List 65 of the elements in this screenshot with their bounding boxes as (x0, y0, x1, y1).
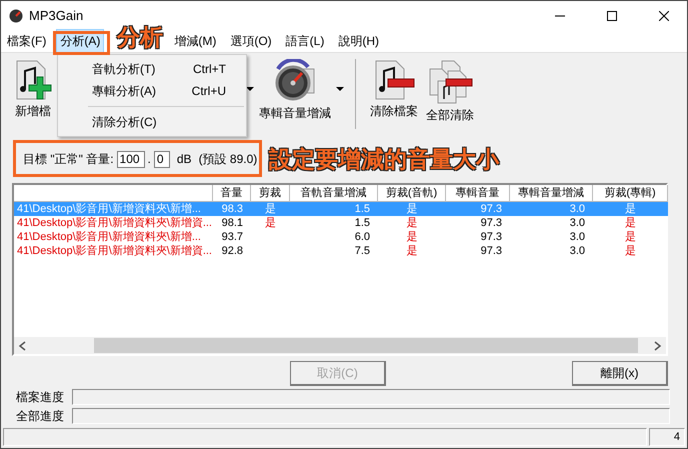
toolbar-button[interactable]: 清除檔案 (366, 59, 422, 120)
album-gain-cell-text: 3.0 (568, 216, 586, 230)
file-path-cell-text: 41\Desktop\影音用\新增資料夾\新增資... (16, 244, 213, 258)
column-header[interactable]: 剪裁(音軌) (378, 185, 446, 202)
horizontal-scrollbar[interactable] (14, 337, 666, 354)
toolbar-button[interactable]: 全部清除 (422, 59, 478, 124)
unit-label: dB (176, 152, 192, 166)
decimal-point: . (148, 152, 151, 166)
dropdown-item[interactable]: 專輯分析(A) Ctrl+U (58, 80, 246, 102)
highlight-frame (53, 31, 110, 55)
target-volume-label: 目標 "正常" 音量: (23, 150, 114, 168)
menu-item[interactable]: 選項(O) (226, 28, 276, 54)
album-volume-cell-text: 97.3 (480, 216, 503, 230)
clip-cell-text: 是 (264, 216, 277, 230)
annotation-label: 設定要增減的音量大小 (269, 145, 499, 174)
album-gain-cell-text: 3.0 (568, 230, 586, 244)
album-volume-cell: 97.3 (446, 202, 510, 216)
dropdown-item[interactable]: 音軌分析(T) Ctrl+T (58, 58, 246, 80)
file-path-cell: 41\Desktop\影音用\新增資料夾\新增... (14, 202, 213, 216)
album-volume-cell-text: 97.3 (480, 230, 503, 244)
file-count: 4 (649, 428, 685, 446)
column-header[interactable]: 專輯音量 (446, 185, 510, 202)
volume-cell: 98.3 (213, 202, 251, 216)
column-header[interactable]: 音量 (213, 185, 251, 202)
clip-cell: 是 (251, 202, 290, 216)
album-clip-cell-text: 是 (624, 230, 637, 244)
menu-item[interactable]: 說明(H) (334, 28, 383, 54)
file-path-cell-text: 41\Desktop\影音用\新增資料夾\新增資... (16, 216, 213, 230)
window-title: MP3Gain (29, 8, 84, 23)
column-header[interactable]: 剪裁(專輯) (593, 185, 668, 202)
app-logo-icon (9, 8, 23, 22)
column-header[interactable]: 專輯音量增減 (510, 185, 593, 202)
album-gain-cell: 3.0 (510, 202, 593, 216)
toolbar-button[interactable]: 專輯音量增減 (255, 59, 335, 122)
album-gain-cell-text: 3.0 (568, 244, 586, 258)
track-clip-cell-text: 是 (406, 244, 418, 258)
progress-label: 檔案進度 (15, 388, 65, 406)
track-gain-cell: 1.5 (290, 202, 378, 216)
column-header[interactable]: 音軌音量增減 (290, 185, 378, 202)
volume-decimal-field[interactable]: 0 (154, 150, 170, 168)
album-clip-cell-text: 是 (624, 244, 637, 258)
track-clip-cell-text: 是 (406, 216, 418, 230)
file-path-cell-text: 41\Desktop\影音用\新增資料夾\新增... (16, 230, 202, 244)
volume-cell-text: 92.8 (220, 244, 244, 258)
track-gain-cell-text: 1.5 (354, 216, 371, 230)
column-header[interactable]: 剪裁 (251, 185, 290, 202)
menu-item[interactable]: 增減(M) (170, 28, 220, 54)
album-clip-cell: 是 (593, 202, 668, 216)
track-clip-cell: 是 (378, 202, 446, 216)
exit-button[interactable]: 離開(x) (572, 361, 668, 386)
menu-item[interactable]: 語言(L) (282, 28, 328, 54)
album-clip-cell-text: 是 (624, 216, 637, 230)
annotation-label: 分析 (117, 23, 163, 52)
menu-item[interactable]: 檔案(F) (3, 28, 50, 54)
default-note: (預設 89.0) (198, 150, 258, 168)
volume-cell-text: 98.1 (220, 216, 244, 230)
dropdown-item[interactable]: 清除分析(C) (58, 111, 246, 133)
track-gain-cell-text: 7.5 (354, 244, 371, 258)
progress-label: 全部進度 (15, 408, 65, 424)
volume-integer-field[interactable]: 100 (116, 150, 145, 168)
track-clip-cell-text: 是 (406, 230, 418, 244)
track-gain-cell-text: 6.0 (354, 230, 371, 244)
album-volume-cell-text: 97.3 (480, 244, 503, 258)
volume-cell-text: 93.7 (220, 230, 244, 244)
toolbar-button[interactable]: 新增檔 (9, 59, 57, 120)
